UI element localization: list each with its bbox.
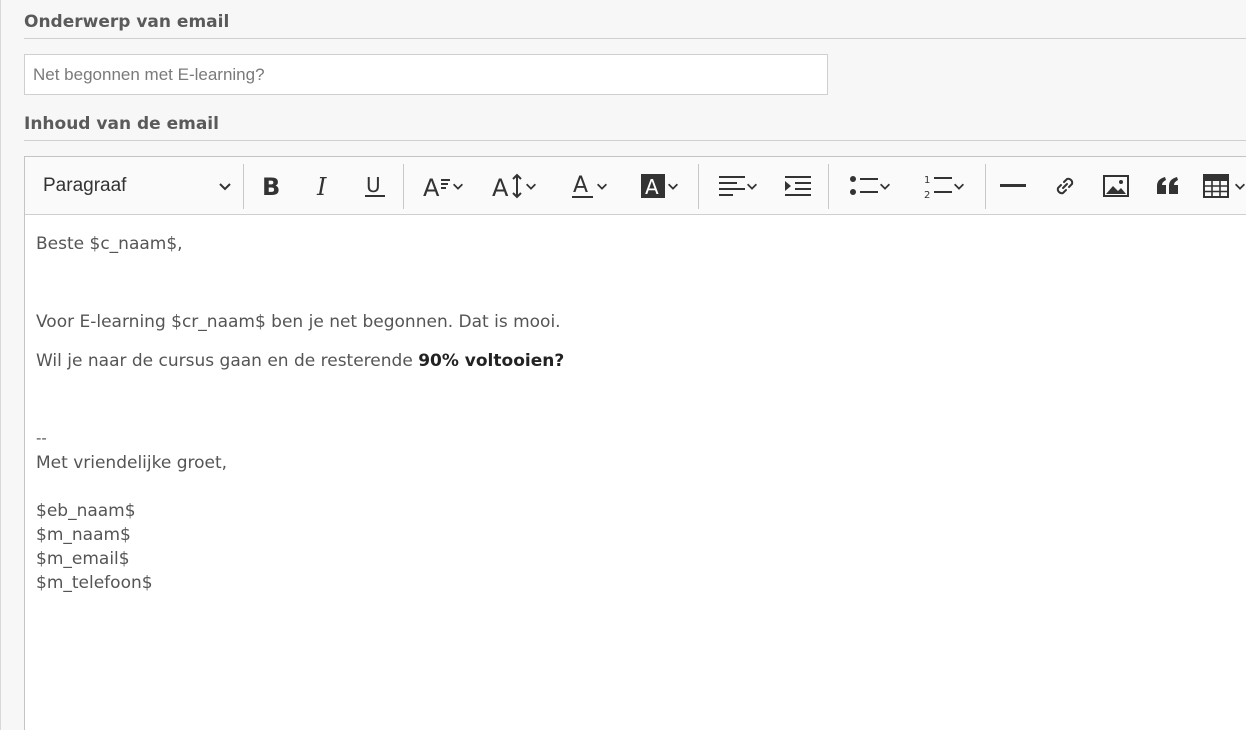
subject-input[interactable] [24, 54, 828, 95]
font-background-color-dropdown[interactable]: A [632, 157, 688, 215]
bold-icon: B [260, 173, 284, 199]
font-color-icon: A [571, 172, 595, 200]
table-icon [1203, 174, 1229, 198]
horizontal-line-button[interactable] [998, 157, 1028, 215]
bulleted-list-icon [850, 175, 878, 197]
heading-dropdown[interactable]: Paragraaf [43, 157, 233, 215]
toolbar-separator [698, 164, 699, 209]
bold-button[interactable]: B [257, 157, 287, 215]
rich-text-editor: Paragraaf B I U A A A A 1 2 Beste $c_naa… [24, 156, 1246, 730]
horizontal-line-icon [1000, 183, 1026, 189]
chevron-down-icon [1233, 179, 1246, 193]
toolbar-separator [243, 164, 244, 209]
bulleted-list-dropdown[interactable] [841, 157, 901, 215]
chevron-down-icon [666, 179, 680, 193]
svg-text:2: 2 [924, 190, 930, 199]
body-divider [24, 140, 1246, 141]
image-icon [1103, 175, 1129, 197]
signature-eb-name: $eb_naam$ [36, 501, 136, 521]
chevron-down-icon [952, 179, 966, 193]
blockquote-icon [1156, 176, 1180, 196]
signature-m-name: $m_naam$ [36, 525, 131, 545]
svg-text:A: A [423, 174, 440, 199]
body-label: Inhoud van de email [24, 114, 219, 134]
heading-dropdown-value: Paragraaf [43, 175, 127, 196]
svg-text:A: A [645, 175, 659, 199]
italic-icon: I [313, 173, 335, 199]
editor-toolbar: Paragraaf B I U A A A A 1 2 [25, 157, 1246, 215]
toolbar-separator [985, 164, 986, 209]
toolbar-separator [828, 164, 829, 209]
chevron-down-icon [524, 179, 538, 193]
signature-m-email: $m_email$ [36, 549, 130, 569]
line-height-dropdown[interactable]: A [485, 157, 545, 215]
underline-button[interactable]: U [360, 157, 390, 215]
italic-button[interactable]: I [309, 157, 339, 215]
svg-text:1: 1 [924, 175, 930, 186]
line-height-icon: A [492, 172, 524, 200]
alignment-icon [719, 175, 745, 197]
signature-regards: Met vriendelijke groet, [36, 453, 228, 473]
alignment-dropdown[interactable] [711, 157, 767, 215]
body-line-2-text: Wil je naar de cursus gaan en de restere… [36, 351, 419, 371]
font-size-dropdown[interactable]: A [415, 157, 473, 215]
signature-dash: -- [36, 429, 47, 447]
subject-label: Onderwerp van email [24, 12, 230, 32]
blockquote-button[interactable] [1153, 157, 1183, 215]
insert-table-dropdown[interactable] [1203, 157, 1246, 215]
indent-icon [785, 175, 811, 197]
chevron-down-icon [217, 178, 233, 194]
svg-text:A: A [573, 173, 588, 198]
font-size-icon: A [423, 173, 451, 199]
body-line-1: Voor E-learning $cr_naam$ ben je net beg… [36, 312, 561, 332]
chevron-down-icon [595, 179, 609, 193]
body-line-2-bold: 90% voltooien? [418, 351, 565, 371]
underline-icon: U [363, 173, 387, 199]
body-line-2: Wil je naar de cursus gaan en de restere… [36, 351, 564, 371]
subject-divider [24, 38, 1246, 39]
font-background-color-icon: A [640, 173, 666, 199]
svg-text:B: B [262, 173, 280, 199]
chevron-down-icon [878, 179, 892, 193]
svg-text:U: U [366, 173, 381, 197]
link-button[interactable] [1050, 157, 1080, 215]
chevron-down-icon [745, 179, 759, 193]
font-color-dropdown[interactable]: A [562, 157, 618, 215]
svg-text:I: I [316, 173, 327, 199]
signature-m-phone: $m_telefoon$ [36, 573, 153, 593]
greeting-text: Beste $c_naam$, [36, 234, 183, 254]
link-icon [1053, 174, 1077, 198]
numbered-list-icon: 12 [924, 173, 952, 199]
toolbar-separator [403, 164, 404, 209]
email-form: Onderwerp van email Inhoud van de email … [0, 0, 1246, 730]
svg-text:A: A [492, 174, 509, 200]
insert-image-button[interactable] [1101, 157, 1131, 215]
chevron-down-icon [451, 179, 465, 193]
indent-button[interactable] [783, 157, 813, 215]
numbered-list-dropdown[interactable]: 12 [915, 157, 975, 215]
